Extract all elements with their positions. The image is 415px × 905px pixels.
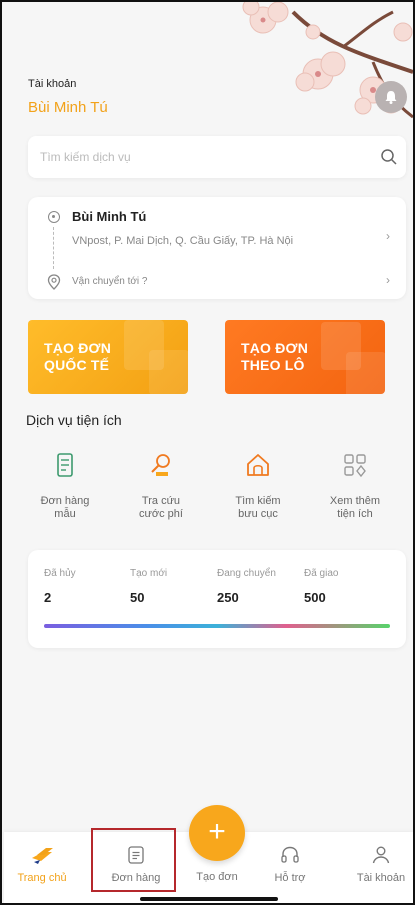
stat-label: Tạo mới xyxy=(130,568,168,579)
service-label: Xem thêm tiện ích xyxy=(329,495,381,520)
stat-new[interactable]: Tạo mới 50 xyxy=(130,568,167,605)
vnpost-logo-icon xyxy=(32,848,53,864)
cherry-blossom-decoration xyxy=(242,2,413,119)
create-order-fab[interactable]: + xyxy=(189,805,245,861)
post-office-icon xyxy=(247,454,269,476)
order-stats-card[interactable]: Đã hủy 2 Tạo mới 50 Đang chuyển 250 Đã g… xyxy=(28,550,406,648)
more-apps-icon xyxy=(344,454,366,478)
stat-delivered[interactable]: Đã giao 500 xyxy=(304,568,338,605)
sender-location-icon xyxy=(48,211,60,223)
plus-icon: + xyxy=(208,814,226,848)
account-label: Tài khoản xyxy=(28,78,77,90)
nav-home[interactable]: Trang chủ xyxy=(2,844,82,884)
stat-in-transit[interactable]: Đang chuyển 250 xyxy=(217,568,276,605)
create-international-order-button[interactable]: TẠO ĐƠN QUỐC TẾ xyxy=(28,320,188,394)
chevron-right-icon[interactable]: › xyxy=(386,273,390,287)
document-template-icon xyxy=(57,453,73,477)
headset-icon xyxy=(281,846,299,863)
stat-value: 250 xyxy=(217,590,239,605)
search-icon[interactable] xyxy=(380,148,398,166)
stat-value: 2 xyxy=(44,590,52,605)
service-fee-lookup[interactable]: Tra cứu cước phí xyxy=(116,450,206,521)
service-template-order[interactable]: Đơn hàng mẫu xyxy=(20,450,110,521)
notification-button[interactable] xyxy=(375,81,407,113)
stat-value: 500 xyxy=(304,590,326,605)
header: Tài khoản Bùi Minh Tú xyxy=(4,2,413,132)
chevron-right-icon[interactable]: › xyxy=(386,229,390,243)
service-label: Tìm kiếm bưu cục xyxy=(235,495,281,520)
highlight-box xyxy=(91,828,176,892)
service-label: Tra cứu cước phí xyxy=(139,495,183,520)
stat-label: Đã hủy xyxy=(44,568,76,579)
account-name[interactable]: Bùi Minh Tú xyxy=(28,99,108,116)
nav-label: Tài khoản xyxy=(356,872,406,884)
destination-field[interactable]: Vận chuyển tới ? xyxy=(72,276,148,287)
search-bar[interactable] xyxy=(28,136,406,178)
sender-address[interactable]: VNpost, P. Mai Dịch, Q. Cầu Giấy, TP. Hà… xyxy=(72,235,293,247)
user-icon xyxy=(372,846,390,864)
service-label: Đơn hàng mẫu xyxy=(40,495,90,520)
route-line xyxy=(53,227,54,269)
app-screen: Tài khoản Bùi Minh Tú Bùi Minh Tú VNpost… xyxy=(0,0,415,905)
service-more[interactable]: Xem thêm tiện ích xyxy=(310,450,400,521)
fee-lookup-icon xyxy=(151,454,170,476)
button-label: TẠO ĐƠN THEO LÔ xyxy=(241,340,309,373)
nav-label: Trang chủ xyxy=(17,872,67,884)
service-post-office-search[interactable]: Tìm kiếm bưu cục xyxy=(213,450,303,521)
services-title: Dịch vụ tiện ích xyxy=(26,412,122,428)
bell-icon xyxy=(385,91,397,104)
status-progress-bar xyxy=(44,624,390,628)
map-pin-icon xyxy=(47,274,61,290)
button-label: TẠO ĐƠN QUỐC TẾ xyxy=(44,340,112,373)
create-batch-order-button[interactable]: TẠO ĐƠN THEO LÔ xyxy=(225,320,385,394)
stat-label: Đang chuyển xyxy=(217,568,276,579)
home-indicator xyxy=(140,897,278,901)
stat-value: 50 xyxy=(130,590,145,605)
sender-name[interactable]: Bùi Minh Tú xyxy=(72,209,146,224)
nav-account[interactable]: Tài khoản xyxy=(341,844,413,884)
stat-cancelled[interactable]: Đã hủy 2 xyxy=(44,568,76,605)
stat-label: Đã giao xyxy=(304,568,339,579)
address-card: Bùi Minh Tú VNpost, P. Mai Dịch, Q. Cầu … xyxy=(28,197,406,299)
create-order-label[interactable]: Tạo đơn xyxy=(167,871,267,883)
search-input[interactable] xyxy=(40,136,360,178)
